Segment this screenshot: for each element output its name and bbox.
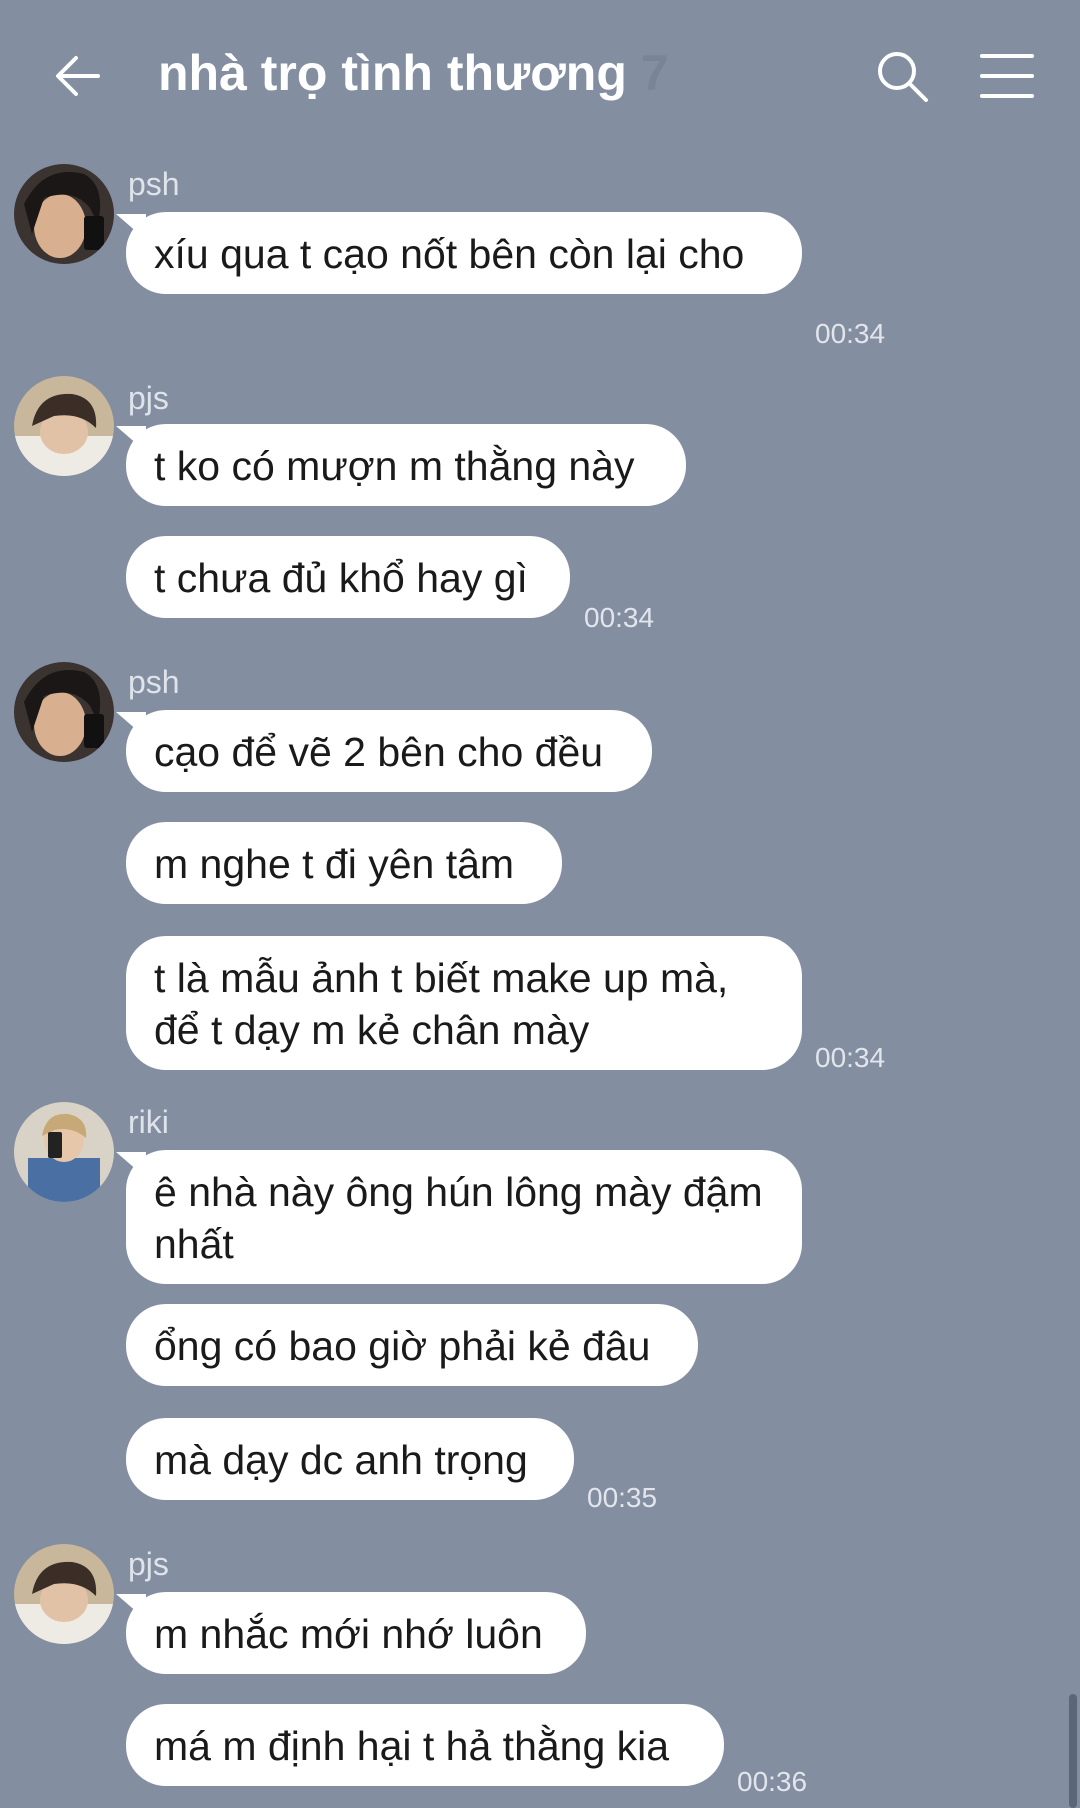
message-time: 00:34: [815, 318, 886, 349]
message-time: 00:34: [815, 1042, 886, 1073]
message-bubble[interactable]: ổng có bao giờ phải kẻ đâu: [126, 1304, 698, 1386]
bubble-tail: [116, 712, 146, 738]
sender-name: psh: [128, 664, 180, 700]
search-icon: [878, 52, 928, 102]
arrow-left-icon: [56, 56, 100, 96]
message-bubble[interactable]: t ko có mượn m thằng này: [116, 424, 686, 506]
avatar-riki[interactable]: [14, 1102, 114, 1202]
avatar-psh[interactable]: [14, 164, 114, 264]
message-text: m nhắc mới nhớ luôn: [154, 1611, 543, 1657]
search-button[interactable]: [874, 48, 930, 104]
message-bubble[interactable]: cạo để vẽ 2 bên cho đều: [116, 710, 652, 792]
back-button[interactable]: [50, 48, 106, 104]
message-text: xíu qua t cạo nốt bên còn lại cho: [154, 231, 745, 277]
message-text: ổng có bao giờ phải kẻ đâu: [154, 1323, 651, 1369]
bubble-tail: [116, 214, 146, 240]
avatar-psh-image: [14, 164, 114, 264]
sender-name: psh: [128, 166, 180, 202]
message-text: t là mẫu ảnh t biết make up mà, để t dạy…: [154, 955, 729, 1053]
message-text: ê nhà này ông hún lông mày đậm nhất: [154, 1169, 763, 1267]
bubble-tail: [116, 426, 146, 452]
message-bubble[interactable]: t là mẫu ảnh t biết make up mà, để t dạy…: [126, 936, 802, 1070]
sender-name: riki: [128, 1104, 169, 1140]
hamburger-menu-icon: [980, 54, 1034, 98]
message-time: 00:34: [584, 602, 655, 633]
message-bubble[interactable]: t chưa đủ khổ hay gì: [126, 536, 570, 618]
avatar-riki-image: [14, 1102, 114, 1202]
scrollbar[interactable]: [1069, 1694, 1077, 1808]
chat-header: nhà trọ tình thương 7: [0, 0, 1080, 150]
menu-button[interactable]: [978, 48, 1036, 104]
avatar-psh[interactable]: [14, 662, 114, 762]
member-count: 7: [640, 45, 669, 101]
message-bubble[interactable]: mà dạy dc anh trọng: [126, 1418, 574, 1500]
avatar-psh-image: [14, 662, 114, 762]
message-bubble[interactable]: ê nhà này ông hún lông mày đậm nhất: [116, 1150, 802, 1284]
sender-name: pjs: [128, 380, 169, 416]
message-text: t ko có mượn m thằng này: [154, 443, 635, 489]
message-time: 00:35: [587, 1482, 658, 1513]
message-text: t chưa đủ khổ hay gì: [154, 555, 528, 601]
message-bubble[interactable]: m nghe t đi yên tâm: [126, 822, 562, 904]
bubble-tail: [116, 1594, 146, 1620]
avatar-pjs[interactable]: [14, 376, 114, 476]
avatar-pjs[interactable]: [14, 1544, 114, 1644]
chat-title-group[interactable]: nhà trọ tình thương 7: [158, 44, 669, 102]
chat-title: nhà trọ tình thương: [158, 45, 627, 101]
message-text: cạo để vẽ 2 bên cho đều: [154, 729, 604, 775]
message-time: 00:36: [737, 1766, 808, 1797]
message-bubble[interactable]: m nhắc mới nhớ luôn: [116, 1592, 586, 1674]
avatar-pjs-image: [14, 376, 114, 476]
message-bubble[interactable]: má m định hại t hả thằng kia: [126, 1704, 724, 1786]
message-text: mà dạy dc anh trọng: [154, 1437, 528, 1483]
avatar-pjs-image: [14, 1544, 114, 1644]
message-bubble[interactable]: xíu qua t cạo nốt bên còn lại cho: [116, 212, 802, 294]
message-text: m nghe t đi yên tâm: [154, 841, 515, 887]
bubble-tail: [116, 1152, 146, 1178]
message-text: má m định hại t hả thằng kia: [154, 1723, 670, 1769]
sender-name: pjs: [128, 1546, 169, 1582]
